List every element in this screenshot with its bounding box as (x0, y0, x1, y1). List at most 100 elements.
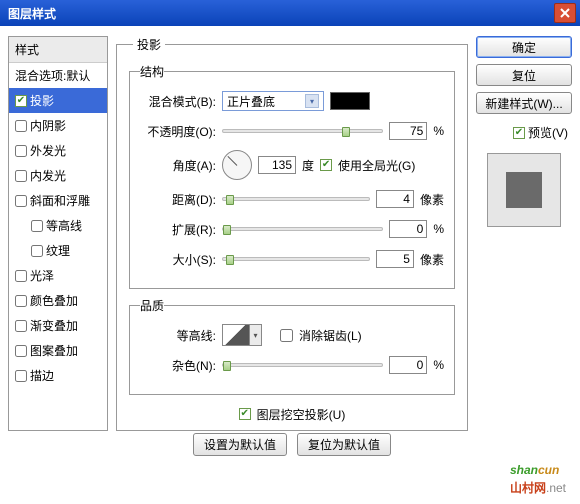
checkbox[interactable] (15, 320, 27, 332)
blend-mode-select[interactable]: 正片叠底 ▾ (222, 91, 324, 111)
checkbox[interactable] (15, 295, 27, 307)
knockout-label: 图层挖空投影(U) (257, 406, 346, 423)
list-item-inner-glow[interactable]: 内发光 (9, 163, 107, 188)
blend-mode-label: 混合模式(B): (140, 93, 216, 110)
opacity-slider[interactable] (222, 129, 383, 133)
list-item-label: 描边 (30, 367, 54, 384)
list-item-contour[interactable]: 等高线 (9, 213, 107, 238)
chevron-down-icon[interactable]: ▾ (250, 324, 262, 346)
size-input[interactable] (376, 250, 414, 268)
style-list-header[interactable]: 样式 (9, 37, 107, 63)
distance-slider[interactable] (222, 197, 370, 201)
checkbox[interactable] (15, 345, 27, 357)
angle-input[interactable] (258, 156, 296, 174)
list-item-stroke[interactable]: 描边 (9, 363, 107, 388)
slider-thumb[interactable] (342, 127, 350, 137)
list-item-label: 内阴影 (30, 117, 66, 134)
spread-slider[interactable] (222, 227, 383, 231)
spread-unit: % (433, 222, 444, 236)
list-item-inner-shadow[interactable]: 内阴影 (9, 113, 107, 138)
preview-checkbox[interactable]: ✔ (513, 127, 525, 139)
preview-label: 预览(V) (528, 124, 568, 141)
spread-input[interactable] (389, 220, 427, 238)
slider-thumb[interactable] (226, 195, 234, 205)
list-item-label: 外发光 (30, 142, 66, 159)
checkbox[interactable] (15, 370, 27, 382)
new-style-button[interactable]: 新建样式(W)... (476, 92, 572, 114)
contour-picker[interactable]: ▾ (222, 324, 262, 346)
preview-toggle[interactable]: ✔ 预览(V) (476, 124, 568, 141)
global-light-checkbox[interactable]: ✔ (320, 159, 332, 171)
effect-panel: 投影 结构 混合模式(B): 正片叠底 ▾ 不透明度(O): % (116, 36, 468, 431)
size-slider[interactable] (222, 257, 370, 261)
checkbox-icon[interactable]: ✔ (15, 95, 27, 107)
opacity-unit: % (433, 124, 444, 138)
list-item-outer-glow[interactable]: 外发光 (9, 138, 107, 163)
list-item-label: 光泽 (30, 267, 54, 284)
spread-label: 扩展(R): (140, 221, 216, 238)
opacity-label: 不透明度(O): (140, 123, 216, 140)
slider-thumb[interactable] (226, 255, 234, 265)
color-swatch[interactable] (330, 92, 370, 110)
list-item-label: 内发光 (30, 167, 66, 184)
checkbox[interactable] (15, 270, 27, 282)
list-item-pattern-overlay[interactable]: 图案叠加 (9, 338, 107, 363)
checkbox[interactable] (15, 195, 27, 207)
distance-unit: 像素 (420, 191, 444, 208)
list-item-gradient-overlay[interactable]: 渐变叠加 (9, 313, 107, 338)
list-item-label: 图案叠加 (30, 342, 78, 359)
distance-label: 距离(D): (140, 191, 216, 208)
contour-preview-icon (222, 324, 250, 346)
distance-input[interactable] (376, 190, 414, 208)
reset-default-button[interactable]: 复位为默认值 (297, 433, 391, 456)
effect-panel-title: 投影 (133, 36, 165, 53)
dialog-window: 图层样式 样式 混合选项:默认 ✔ 投影 内阴影 外发光 (0, 0, 580, 504)
knockout-checkbox[interactable]: ✔ (239, 408, 251, 420)
slider-thumb[interactable] (223, 225, 231, 235)
list-item-label: 颜色叠加 (30, 292, 78, 309)
list-item-label: 纹理 (46, 242, 70, 259)
antialias-label: 消除锯齿(L) (299, 327, 362, 344)
list-item-blend-options[interactable]: 混合选项:默认 (9, 63, 107, 88)
watermark-text-b: cun (538, 463, 559, 477)
preview-box (487, 153, 561, 227)
opacity-input[interactable] (389, 122, 427, 140)
list-item-color-overlay[interactable]: 颜色叠加 (9, 288, 107, 313)
checkbox[interactable] (15, 120, 27, 132)
noise-label: 杂色(N): (140, 357, 216, 374)
list-item-bevel[interactable]: 斜面和浮雕 (9, 188, 107, 213)
checkbox[interactable] (31, 245, 43, 257)
window-title: 图层样式 (8, 5, 56, 22)
antialias-checkbox[interactable] (280, 329, 293, 342)
size-unit: 像素 (420, 251, 444, 268)
list-item-drop-shadow[interactable]: ✔ 投影 (9, 88, 107, 113)
noise-unit: % (433, 358, 444, 372)
list-item-texture[interactable]: 纹理 (9, 238, 107, 263)
default-buttons: 设置为默认值 复位为默认值 (129, 433, 455, 456)
knockout-row: ✔ 图层挖空投影(U) (129, 403, 455, 425)
slider-thumb[interactable] (223, 361, 231, 371)
watermark-sub: 山村网.net (510, 479, 566, 496)
size-label: 大小(S): (140, 251, 216, 268)
set-default-button[interactable]: 设置为默认值 (193, 433, 287, 456)
list-item-label: 斜面和浮雕 (30, 192, 90, 209)
noise-input[interactable] (389, 356, 427, 374)
noise-slider[interactable] (222, 363, 383, 367)
list-item-satin[interactable]: 光泽 (9, 263, 107, 288)
chevron-down-icon: ▾ (305, 94, 319, 108)
checkbox[interactable] (15, 170, 27, 182)
blend-mode-value: 正片叠底 (227, 93, 275, 110)
ok-button[interactable]: 确定 (476, 36, 572, 58)
preview-swatch (506, 172, 542, 208)
angle-dial[interactable] (222, 150, 252, 180)
angle-indicator (227, 156, 237, 166)
contour-row: 等高线: ▾ 消除锯齿(L) (140, 324, 444, 346)
reset-button[interactable]: 复位 (476, 64, 572, 86)
checkbox[interactable] (31, 220, 43, 232)
list-item-label: 等高线 (46, 217, 82, 234)
distance-row: 距离(D): 像素 (140, 188, 444, 210)
angle-row: 角度(A): 度 ✔ 使用全局光(G) (140, 150, 444, 180)
contour-label: 等高线: (140, 327, 216, 344)
close-button[interactable] (554, 3, 576, 23)
checkbox[interactable] (15, 145, 27, 157)
